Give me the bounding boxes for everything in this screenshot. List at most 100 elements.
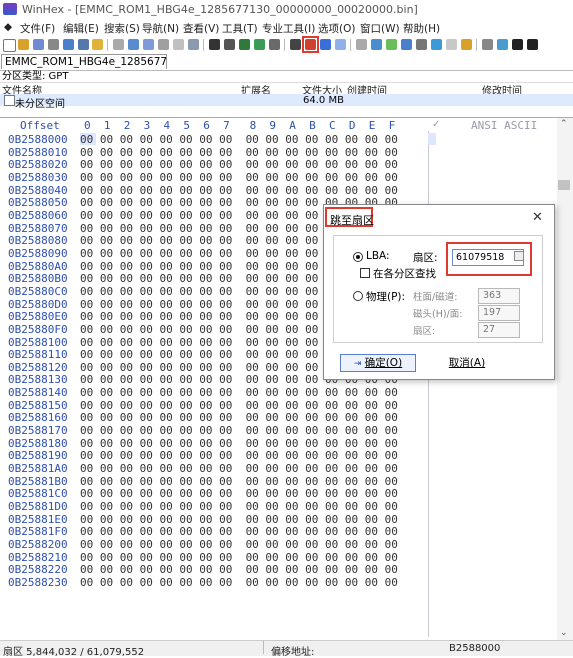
status-divider bbox=[263, 641, 264, 654]
row-offset: 0B2588060 bbox=[8, 208, 68, 222]
cancel-button[interactable]: 取消(A) bbox=[429, 354, 505, 372]
find-again-icon[interactable] bbox=[269, 39, 280, 50]
cylinder-label: 柱面/磁道: bbox=[413, 292, 458, 303]
row-bytes[interactable]: 00 00 00 00 00 00 00 00 00 00 00 00 00 0… bbox=[80, 171, 420, 185]
partition-type: 分区类型: GPT bbox=[0, 70, 573, 82]
scroll-thumb[interactable] bbox=[558, 180, 570, 190]
row-bytes[interactable]: 00 00 00 00 00 00 00 00 00 00 00 00 00 0… bbox=[80, 462, 420, 476]
view-icon[interactable] bbox=[497, 39, 508, 50]
row-bytes[interactable]: 00 00 00 00 00 00 00 00 00 00 00 00 00 0… bbox=[80, 133, 420, 147]
find-text-icon[interactable] bbox=[209, 39, 220, 50]
row-bytes[interactable]: 00 00 00 00 00 00 00 00 00 00 00 00 00 0… bbox=[80, 424, 420, 438]
open-disk-icon[interactable] bbox=[78, 39, 89, 50]
ascii-checkmark-icon: ✓ bbox=[432, 119, 441, 130]
status-sector: 扇区 5,844,032 / 61,079,552 bbox=[3, 647, 145, 658]
tab-emmc-file[interactable]: EMMC_ROM1_HBG4e_12856771... bbox=[1, 54, 167, 69]
scroll-down-icon[interactable]: ⌄ bbox=[560, 628, 568, 638]
goto-sector-highlight bbox=[302, 36, 319, 53]
status-offset-value: B2588000 bbox=[449, 643, 501, 654]
row-bytes[interactable]: 00 00 00 00 00 00 00 00 00 00 00 00 00 0… bbox=[80, 538, 420, 552]
toolbar-separator bbox=[107, 39, 108, 51]
undo-icon[interactable] bbox=[113, 39, 124, 50]
goto-icon: ⇥ bbox=[353, 359, 362, 369]
calculator-icon[interactable] bbox=[401, 39, 412, 50]
paste-block-icon[interactable] bbox=[158, 39, 169, 50]
file-row-name: 未分区空间 bbox=[15, 99, 65, 110]
find-hex-icon[interactable] bbox=[224, 39, 235, 50]
hash-icon[interactable] bbox=[431, 39, 442, 50]
forward-icon[interactable] bbox=[335, 39, 346, 50]
row-offset: 0B2588080 bbox=[8, 234, 68, 248]
write-icon[interactable] bbox=[173, 39, 184, 50]
ascii-cursor bbox=[428, 133, 436, 145]
row-bytes[interactable]: 00 00 00 00 00 00 00 00 00 00 00 00 00 0… bbox=[80, 500, 420, 514]
sector2-label: 扇区: bbox=[413, 326, 436, 337]
replace-text-icon[interactable] bbox=[239, 39, 250, 50]
ok-button[interactable]: ⇥ 确定(O) bbox=[340, 354, 416, 372]
cylinder-field[interactable]: 363 bbox=[478, 288, 520, 304]
physical-radio[interactable] bbox=[353, 291, 363, 301]
fill-icon[interactable] bbox=[188, 39, 199, 50]
disk-icon[interactable] bbox=[371, 39, 382, 50]
winhex-logo-icon bbox=[3, 3, 17, 15]
menu-window[interactable]: 窗口(W) bbox=[360, 21, 400, 36]
menu-navigate[interactable]: 导航(N) bbox=[142, 21, 179, 36]
copy-icon[interactable] bbox=[128, 39, 139, 50]
tools-icon[interactable] bbox=[416, 39, 427, 50]
options-icon[interactable] bbox=[482, 39, 493, 50]
offset-column: 0B2588000 0B2588010 0B2588020 0B2588030 0B25… bbox=[8, 133, 72, 590]
menu-pro-tools[interactable]: 专业工具(I) bbox=[262, 21, 315, 36]
back-icon[interactable] bbox=[320, 39, 331, 50]
row-offset: 0B25880F0 bbox=[8, 322, 68, 336]
menu-view[interactable]: 查看(V) bbox=[183, 21, 219, 36]
menu-search[interactable]: 搜索(S) bbox=[104, 21, 140, 36]
lba-label: LBA: bbox=[366, 250, 390, 262]
row-bytes[interactable]: 00 00 00 00 00 00 00 00 00 00 00 00 00 0… bbox=[80, 576, 420, 590]
ram-icon[interactable] bbox=[386, 39, 397, 50]
close-icon[interactable]: ✕ bbox=[532, 210, 543, 225]
menu-options[interactable]: 选项(O) bbox=[318, 21, 355, 36]
menu-help[interactable]: 帮助(H) bbox=[403, 21, 440, 36]
vertical-scrollbar[interactable] bbox=[557, 118, 573, 640]
lba-radio[interactable] bbox=[353, 252, 363, 262]
sector2-field[interactable]: 27 bbox=[478, 322, 520, 338]
row-offset: 0B2588200 bbox=[8, 538, 68, 551]
search-each-partition-label: 在各分区查找 bbox=[373, 268, 436, 280]
properties-icon[interactable] bbox=[63, 39, 74, 50]
ok-label: 确定(O) bbox=[364, 357, 403, 369]
scroll-left-icon[interactable] bbox=[512, 39, 523, 50]
new-file-icon[interactable] bbox=[3, 39, 16, 52]
refresh-icon[interactable] bbox=[356, 39, 367, 50]
save-icon[interactable] bbox=[33, 39, 44, 50]
clock-icon[interactable] bbox=[446, 39, 457, 50]
toolbar-separator bbox=[284, 39, 285, 51]
menu-edit[interactable]: 编辑(E) bbox=[63, 21, 99, 36]
paste-icon[interactable] bbox=[143, 39, 154, 50]
sector-label: 扇区: bbox=[413, 252, 438, 264]
menu-tools[interactable]: 工具(T) bbox=[222, 21, 258, 36]
ascii-header: ANSI ASCII bbox=[471, 119, 538, 132]
menu-file[interactable]: 文件(F) bbox=[20, 21, 55, 36]
menu-app-icon[interactable]: ◆ bbox=[4, 21, 12, 33]
head-label: 磁头(H)/面: bbox=[413, 309, 463, 320]
scroll-right-icon[interactable] bbox=[527, 39, 538, 50]
row-bytes[interactable]: 00 00 00 00 00 00 00 00 00 00 00 00 00 0… bbox=[80, 386, 420, 400]
replace-hex-icon[interactable] bbox=[254, 39, 265, 50]
row-offset: 0B2588230 bbox=[8, 575, 68, 589]
goto-offset-icon[interactable] bbox=[290, 39, 301, 50]
row-offset: 0B2588110 bbox=[8, 348, 68, 362]
data-interpreter-icon[interactable] bbox=[461, 39, 472, 50]
run-icon[interactable] bbox=[92, 39, 103, 50]
sector-input-highlight bbox=[446, 242, 532, 276]
row-offset: 0B25880E0 bbox=[8, 310, 68, 324]
print-icon[interactable] bbox=[48, 39, 59, 50]
head-field[interactable]: 197 bbox=[478, 305, 520, 321]
row-offset: 0B2588140 bbox=[8, 386, 68, 400]
row-offset: 0B25881A0 bbox=[8, 462, 68, 476]
physical-label: 物理(P): bbox=[366, 291, 406, 303]
search-each-partition-checkbox[interactable] bbox=[360, 268, 370, 278]
open-folder-icon[interactable] bbox=[18, 39, 29, 50]
file-icon bbox=[4, 95, 15, 106]
file-row[interactable] bbox=[0, 94, 573, 106]
scroll-up-icon[interactable]: ⌃ bbox=[560, 119, 568, 129]
